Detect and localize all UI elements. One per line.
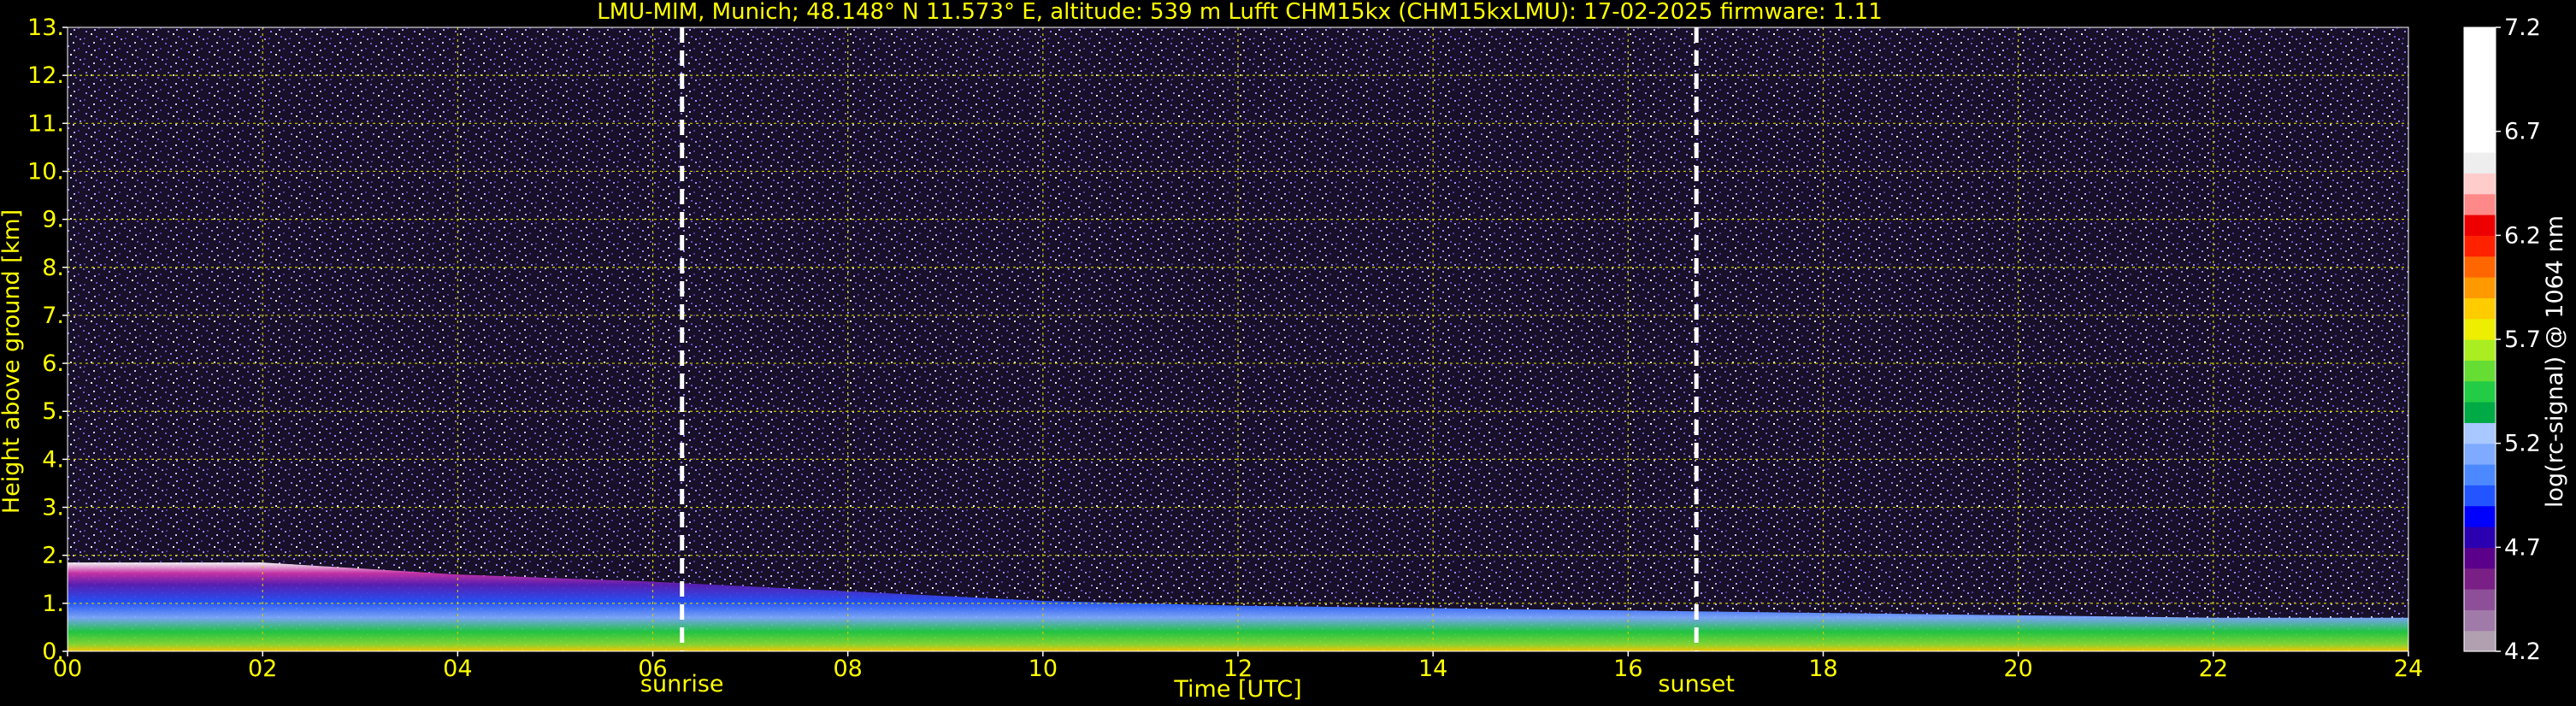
colorbar-segment: [2464, 90, 2496, 111]
x-tick-label: 24: [2394, 656, 2423, 682]
colorbar-segment: [2464, 527, 2496, 548]
y-tick-label: 11.: [27, 110, 64, 137]
colorbar-segment: [2464, 485, 2496, 507]
sunrise-label: sunrise: [640, 671, 724, 697]
colorbar-segment: [2464, 339, 2496, 361]
colorbar-segment: [2464, 318, 2496, 340]
x-tick-label: 14: [1418, 656, 1447, 682]
colorbar-segment: [2464, 215, 2496, 236]
colorbar-segment: [2464, 193, 2496, 215]
x-tick-label: 18: [1808, 656, 1837, 682]
colorbar-segment: [2464, 277, 2496, 298]
y-tick-label: 8.: [42, 255, 64, 281]
y-tick-label: 9.: [42, 207, 64, 233]
x-tick-label: 10: [1029, 656, 1058, 682]
x-tick-label: 04: [443, 656, 472, 682]
colorbar-segment: [2464, 547, 2496, 569]
colorbar-segment: [2464, 360, 2496, 382]
colorbar-label: log(rc-signal) @ 1064 nm: [2542, 215, 2568, 508]
colorbar-segment: [2464, 464, 2496, 485]
colorbar-tick-label: 6.2: [2504, 222, 2541, 249]
y-tick-label: 13.: [27, 15, 64, 41]
colorbar-ticks: 7.2 6.7 6.2 5.7 5.2 4.7 4.2: [2496, 15, 2541, 665]
colorbar-segment: [2464, 297, 2496, 320]
x-axis-label: Time [UTC]: [1173, 676, 1301, 703]
colorbar-segment: [2464, 589, 2496, 610]
colorbar-segment: [2464, 443, 2496, 465]
colorbar-segment: [2464, 131, 2496, 153]
ceilometer-chart: 00 02 04 06 08 10 12 14 16 18 20 22 24 0.1.2.3.4.5.6…: [0, 0, 2568, 703]
colorbar-tick-label: 4.2: [2504, 638, 2541, 665]
colorbar: [2463, 26, 2496, 652]
colorbar-segment: [2464, 609, 2496, 632]
colorbar-segment: [2464, 256, 2496, 278]
colorbar-segment: [2464, 173, 2496, 195]
colorbar-segment: [2464, 235, 2496, 257]
colorbar-segment: [2464, 568, 2496, 590]
y-tick-label: 0.: [42, 638, 64, 665]
y-tick-label: 5.: [42, 398, 64, 425]
colorbar-segment: [2464, 27, 2496, 49]
x-tick-label: 22: [2199, 656, 2228, 682]
colorbar-segment: [2464, 505, 2496, 527]
plot-area: [67, 26, 2409, 652]
y-tick-label: 3.: [42, 495, 64, 521]
colorbar-tick-label: 5.2: [2504, 431, 2541, 457]
colorbar-segment: [2464, 422, 2496, 444]
colorbar-tick-label: 7.2: [2504, 15, 2541, 41]
y-tick-label: 10.: [27, 158, 64, 185]
chart-title: LMU-MIM, Munich; 48.148° N 11.573° E, al…: [597, 0, 1882, 25]
x-tick-label: 16: [1613, 656, 1642, 682]
y-tick-label: 4.: [42, 446, 64, 473]
colorbar-segment: [2464, 48, 2496, 70]
colorbar-segment: [2464, 68, 2496, 91]
x-tick-label: 02: [248, 656, 277, 682]
colorbar-tick-label: 4.7: [2504, 534, 2541, 561]
y-axis-label: Height above ground [km]: [0, 209, 25, 514]
colorbar-segment: [2464, 380, 2496, 403]
colorbar-segment: [2464, 152, 2496, 174]
y-tick-label: 1.: [42, 591, 64, 617]
y-tick-label: 12.: [27, 62, 64, 89]
colorbar-segment: [2464, 402, 2496, 423]
x-tick-label: 20: [2003, 656, 2032, 682]
y-tick-label: 2.: [42, 543, 64, 569]
colorbar-tick-label: 5.7: [2504, 327, 2541, 353]
colorbar-segment: [2464, 630, 2496, 652]
y-axis-ticks: 0. 1. 2. 3. 4. 5. 6. 7. 8. 9. 10. 11. 12. 13.: [27, 15, 68, 665]
colorbar-segment: [2464, 110, 2496, 132]
y-tick-label: 6.: [42, 350, 64, 377]
x-tick-label: 08: [833, 656, 862, 682]
y-tick-label: 7.: [42, 303, 64, 329]
colorbar-tick-label: 6.7: [2504, 119, 2541, 145]
sunset-label: sunset: [1658, 671, 1735, 697]
